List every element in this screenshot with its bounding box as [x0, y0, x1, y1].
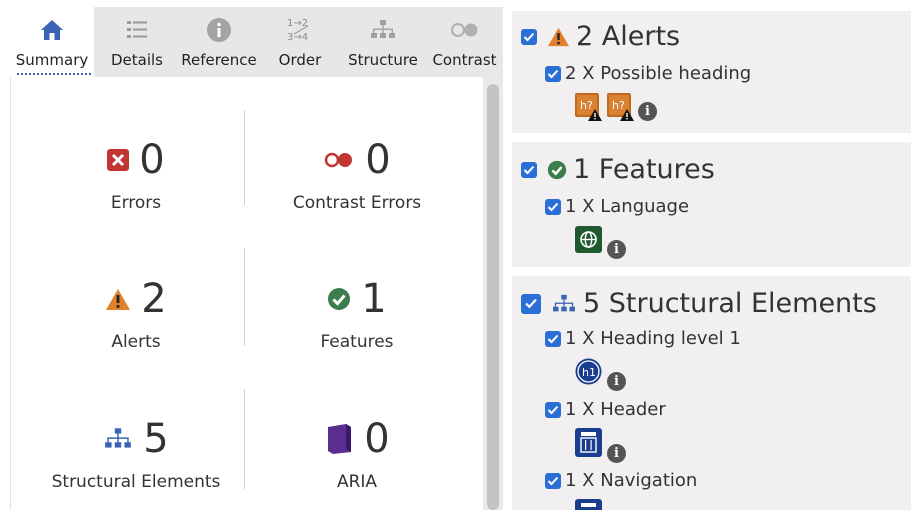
tab-details[interactable]: Details	[94, 7, 180, 77]
header-region-icon[interactable]	[575, 428, 602, 461]
structure-card: 5 Structural Elements 1 X Heading level …	[512, 276, 911, 510]
features-group-checkbox[interactable]	[521, 161, 537, 178]
aria-label: ARIA	[336, 472, 378, 492]
structure-group-header: 5 Structural Elements	[521, 288, 877, 319]
possible-heading-badge-icon[interactable]: h?	[575, 93, 602, 121]
info-icon[interactable]: i	[607, 444, 626, 463]
order-arrows-icon: 1→2 3→4	[262, 15, 338, 45]
header-item: 1 X Header	[545, 399, 666, 420]
tab-reference[interactable]: Reference	[176, 7, 262, 77]
tab-label: Contrast	[432, 51, 497, 69]
possible-heading-icons: h? h? i	[575, 93, 657, 121]
tab-contrast[interactable]: Contrast	[426, 7, 503, 77]
features-label: Features	[320, 332, 394, 352]
errors-label: Errors	[110, 193, 162, 213]
alerts-group-header: 2 Alerts	[521, 21, 680, 52]
error-icon	[107, 149, 130, 171]
tab-order[interactable]: 1→2 3→4 Order	[262, 7, 338, 77]
heading-level-1-label: 1 X Heading level 1	[565, 328, 741, 349]
alert-icon	[105, 288, 131, 311]
info-icon[interactable]: i	[638, 102, 657, 121]
alerts-count: 2	[141, 276, 167, 322]
alerts-label: Alerts	[111, 332, 161, 352]
feature-check-icon	[327, 287, 351, 311]
alerts-summary[interactable]: 2 Alerts	[26, 274, 246, 352]
structure-group-checkbox[interactable]	[521, 293, 541, 314]
contrast-icon	[426, 15, 503, 45]
contrast-errors-count: 0	[365, 137, 391, 183]
alerts-group-checkbox[interactable]	[521, 28, 537, 45]
tab-bar: Summary Details Reference 1→2 3→4 Order …	[10, 7, 503, 77]
tab-structure[interactable]: Structure	[340, 7, 426, 77]
svg-text:h?: h?	[612, 99, 625, 112]
tab-summary[interactable]: Summary	[10, 7, 94, 77]
tab-label: Structure	[348, 51, 418, 69]
aria-summary[interactable]: 0 ARIA	[247, 414, 467, 492]
features-card: 1 Features 1 X Language i	[512, 142, 911, 267]
structure-group-title: 5 Structural Elements	[583, 288, 877, 319]
structural-summary[interactable]: 5 Structural Elements	[26, 414, 246, 492]
aria-cube-icon	[324, 423, 354, 455]
language-item: 1 X Language	[545, 196, 689, 217]
feature-check-icon	[547, 160, 567, 180]
svg-text:h?: h?	[580, 99, 593, 112]
structural-label: Structural Elements	[51, 472, 221, 492]
summary-panel: Summary Details Reference 1→2 3→4 Order …	[0, 0, 503, 510]
contrast-error-icon	[323, 151, 355, 169]
heading-level-1-item: 1 X Heading level 1	[545, 328, 741, 349]
alerts-card: 2 Alerts 2 X Possible heading h? h? i	[512, 11, 911, 133]
tab-label: Order	[278, 51, 322, 69]
tab-label: Reference	[181, 51, 257, 69]
structural-count: 5	[143, 416, 169, 462]
language-icons: i	[575, 226, 626, 259]
possible-heading-item: 2 X Possible heading	[545, 63, 751, 84]
features-group-title: 1 Features	[573, 154, 715, 185]
navigation-label: 1 X Navigation	[565, 470, 698, 491]
navigation-item: 1 X Navigation	[545, 470, 697, 491]
info-icon[interactable]: i	[607, 240, 626, 259]
tab-label: Summary	[10, 51, 94, 75]
svg-text:3→4: 3→4	[287, 32, 308, 43]
navigation-icons	[575, 497, 602, 510]
home-icon	[10, 15, 94, 45]
navigation-checkbox[interactable]	[545, 472, 561, 489]
errors-count: 0	[139, 137, 165, 183]
tab-label: Details	[110, 51, 163, 69]
alerts-group-title: 2 Alerts	[576, 21, 681, 52]
structure-icon	[103, 426, 133, 452]
scrollbar-thumb[interactable]	[487, 84, 499, 510]
info-icon	[176, 15, 262, 45]
header-label: 1 X Header	[565, 399, 666, 420]
info-icon[interactable]: i	[607, 372, 626, 391]
alert-icon	[547, 27, 570, 47]
errors-summary[interactable]: 0 Errors	[26, 135, 246, 213]
hierarchy-icon	[340, 15, 426, 45]
possible-heading-badge-icon[interactable]: h?	[607, 93, 634, 121]
wave-sidebar: Summary Details Reference 1→2 3→4 Order …	[0, 0, 911, 510]
contrast-errors-label: Contrast Errors	[292, 193, 422, 213]
header-checkbox[interactable]	[545, 401, 561, 418]
navigation-region-icon[interactable]	[575, 497, 602, 510]
possible-heading-checkbox[interactable]	[545, 65, 561, 82]
heading-level-1-icons: h1 i	[575, 358, 626, 391]
features-count: 1	[361, 276, 387, 322]
features-group-header: 1 Features	[521, 154, 715, 185]
details-panel: 2 Alerts 2 X Possible heading h? h? i 1 …	[503, 0, 911, 510]
language-globe-icon[interactable]	[575, 226, 602, 257]
language-checkbox[interactable]	[545, 198, 561, 215]
heading-h1-icon[interactable]: h1	[575, 358, 602, 389]
contrast-errors-summary[interactable]: 0 Contrast Errors	[247, 135, 467, 213]
possible-heading-label: 2 X Possible heading	[565, 63, 752, 84]
svg-text:h1: h1	[582, 366, 596, 379]
structure-icon	[551, 293, 577, 315]
header-icons: i	[575, 428, 626, 463]
heading-level-1-checkbox[interactable]	[545, 330, 561, 347]
language-label: 1 X Language	[565, 196, 690, 217]
features-summary[interactable]: 1 Features	[247, 274, 467, 352]
list-icon	[94, 15, 180, 45]
aria-count: 0	[364, 416, 390, 462]
